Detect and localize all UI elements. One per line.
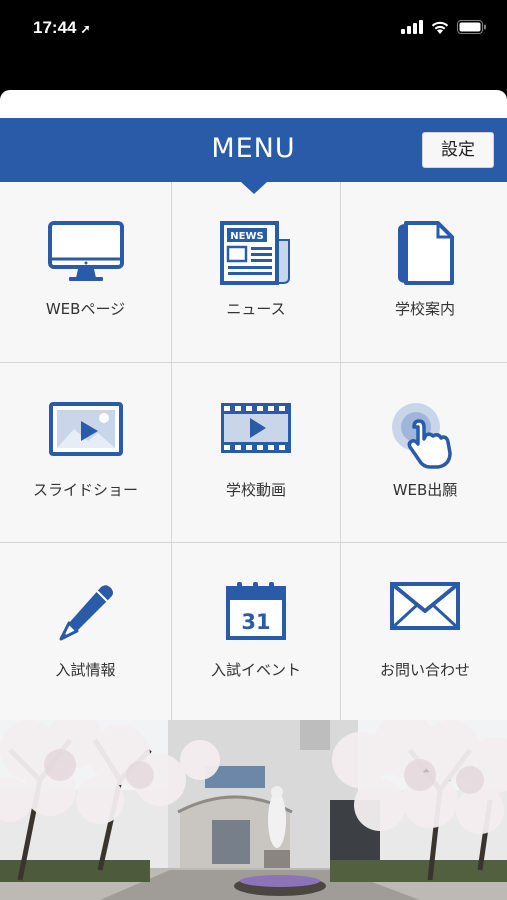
campus-photo-image [0, 720, 507, 900]
menu-item-label: ニュース [226, 300, 286, 318]
battery-icon [457, 20, 486, 34]
menu-grid: WEBページ NEWS ニュース 学校案内 スライドショー 学校動画 WEB出願… [0, 182, 507, 722]
menu-item-label: WEBページ [45, 300, 126, 318]
calendar-icon-day: 31 [241, 610, 270, 634]
menu-item-label: スライドショー [32, 481, 138, 499]
status-icons [401, 19, 487, 35]
menu-item-news[interactable]: NEWS ニュース [172, 182, 340, 362]
menu-sheet: MENU 設定 WEBページ NEWS ニュース 学校案内 スライドショー 学校… [0, 90, 507, 900]
menu-item-admission-events[interactable]: 31 入試イベント [172, 543, 340, 722]
news-icon-text: NEWS [230, 231, 263, 242]
status-time: 17:44 ➚ [33, 18, 91, 38]
video-icon [221, 403, 291, 453]
menu-item-label: 学校案内 [394, 300, 455, 318]
menu-item-web-page[interactable]: WEBページ [0, 182, 171, 362]
settings-button[interactable]: 設定 [422, 132, 494, 168]
campus-photo [0, 720, 507, 900]
pencil-icon [59, 585, 113, 641]
location-arrow-icon: ➚ [80, 22, 91, 36]
status-bar: 17:44 ➚ [0, 0, 507, 60]
menu-item-contact[interactable]: お問い合わせ [341, 543, 507, 722]
menu-item-label: お問い合わせ [379, 661, 470, 679]
menu-item-label: 学校動画 [225, 481, 286, 499]
menu-item-admission-info[interactable]: 入試情報 [0, 543, 171, 722]
menu-item-label: 入試情報 [55, 661, 116, 679]
newspaper-icon: NEWS [220, 221, 290, 285]
menu-item-web-application[interactable]: WEB出願 [341, 363, 507, 542]
signal-icon [401, 20, 423, 34]
menu-item-slideshow[interactable]: スライドショー [0, 363, 171, 542]
tap-hand-icon [392, 403, 452, 469]
menu-header: MENU 設定 [0, 118, 507, 194]
calendar-icon: 31 [226, 582, 286, 640]
header-pointer [241, 182, 267, 194]
envelope-icon [390, 582, 460, 630]
time-text: 17:44 [33, 18, 77, 37]
menu-item-label: WEB出願 [392, 481, 458, 499]
menu-item-school-video[interactable]: 学校動画 [172, 363, 340, 542]
monitor-icon [47, 221, 124, 281]
menu-item-label: 入試イベント [210, 661, 301, 679]
menu-item-school-guide[interactable]: 学校案内 [341, 182, 507, 362]
wifi-icon [431, 21, 449, 34]
book-icon [398, 221, 454, 285]
slideshow-icon [48, 402, 123, 456]
